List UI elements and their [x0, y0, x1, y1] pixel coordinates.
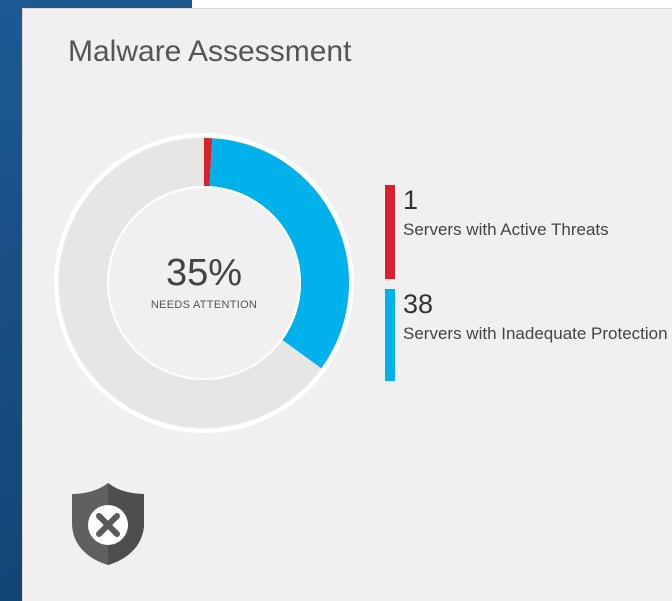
tile-title: Malware Assessment [68, 35, 352, 68]
needs-attention-donut: 35% NEEDS ATTENTION [54, 133, 354, 433]
active-threats-label: Servers with Active Threats [403, 220, 609, 239]
inadequate-protection-count: 38 [403, 289, 434, 319]
needs-attention-caption: NEEDS ATTENTION [150, 299, 258, 311]
legend-color-bar-red [385, 185, 395, 279]
active-threats-count: 1 [403, 185, 419, 215]
shield-x-icon [72, 483, 144, 565]
window-top-strip [192, 0, 672, 8]
donut-center-label: 35% NEEDS ATTENTION [124, 253, 284, 311]
legend-item-active-threats[interactable]: 1 Servers with Active Threats [385, 185, 670, 279]
malware-assessment-tile[interactable]: Malware Assessment 35% NEEDS ATTENTION 1… [22, 8, 672, 601]
malware-legend: 1 Servers with Active Threats 38 Servers… [385, 185, 670, 381]
needs-attention-percent: 35% [165, 252, 243, 294]
legend-color-bar-blue [385, 289, 395, 381]
legend-item-inadequate-protection[interactable]: 38 Servers with Inadequate Protection [385, 289, 670, 381]
inadequate-protection-label: Servers with Inadequate Protection [403, 324, 668, 343]
